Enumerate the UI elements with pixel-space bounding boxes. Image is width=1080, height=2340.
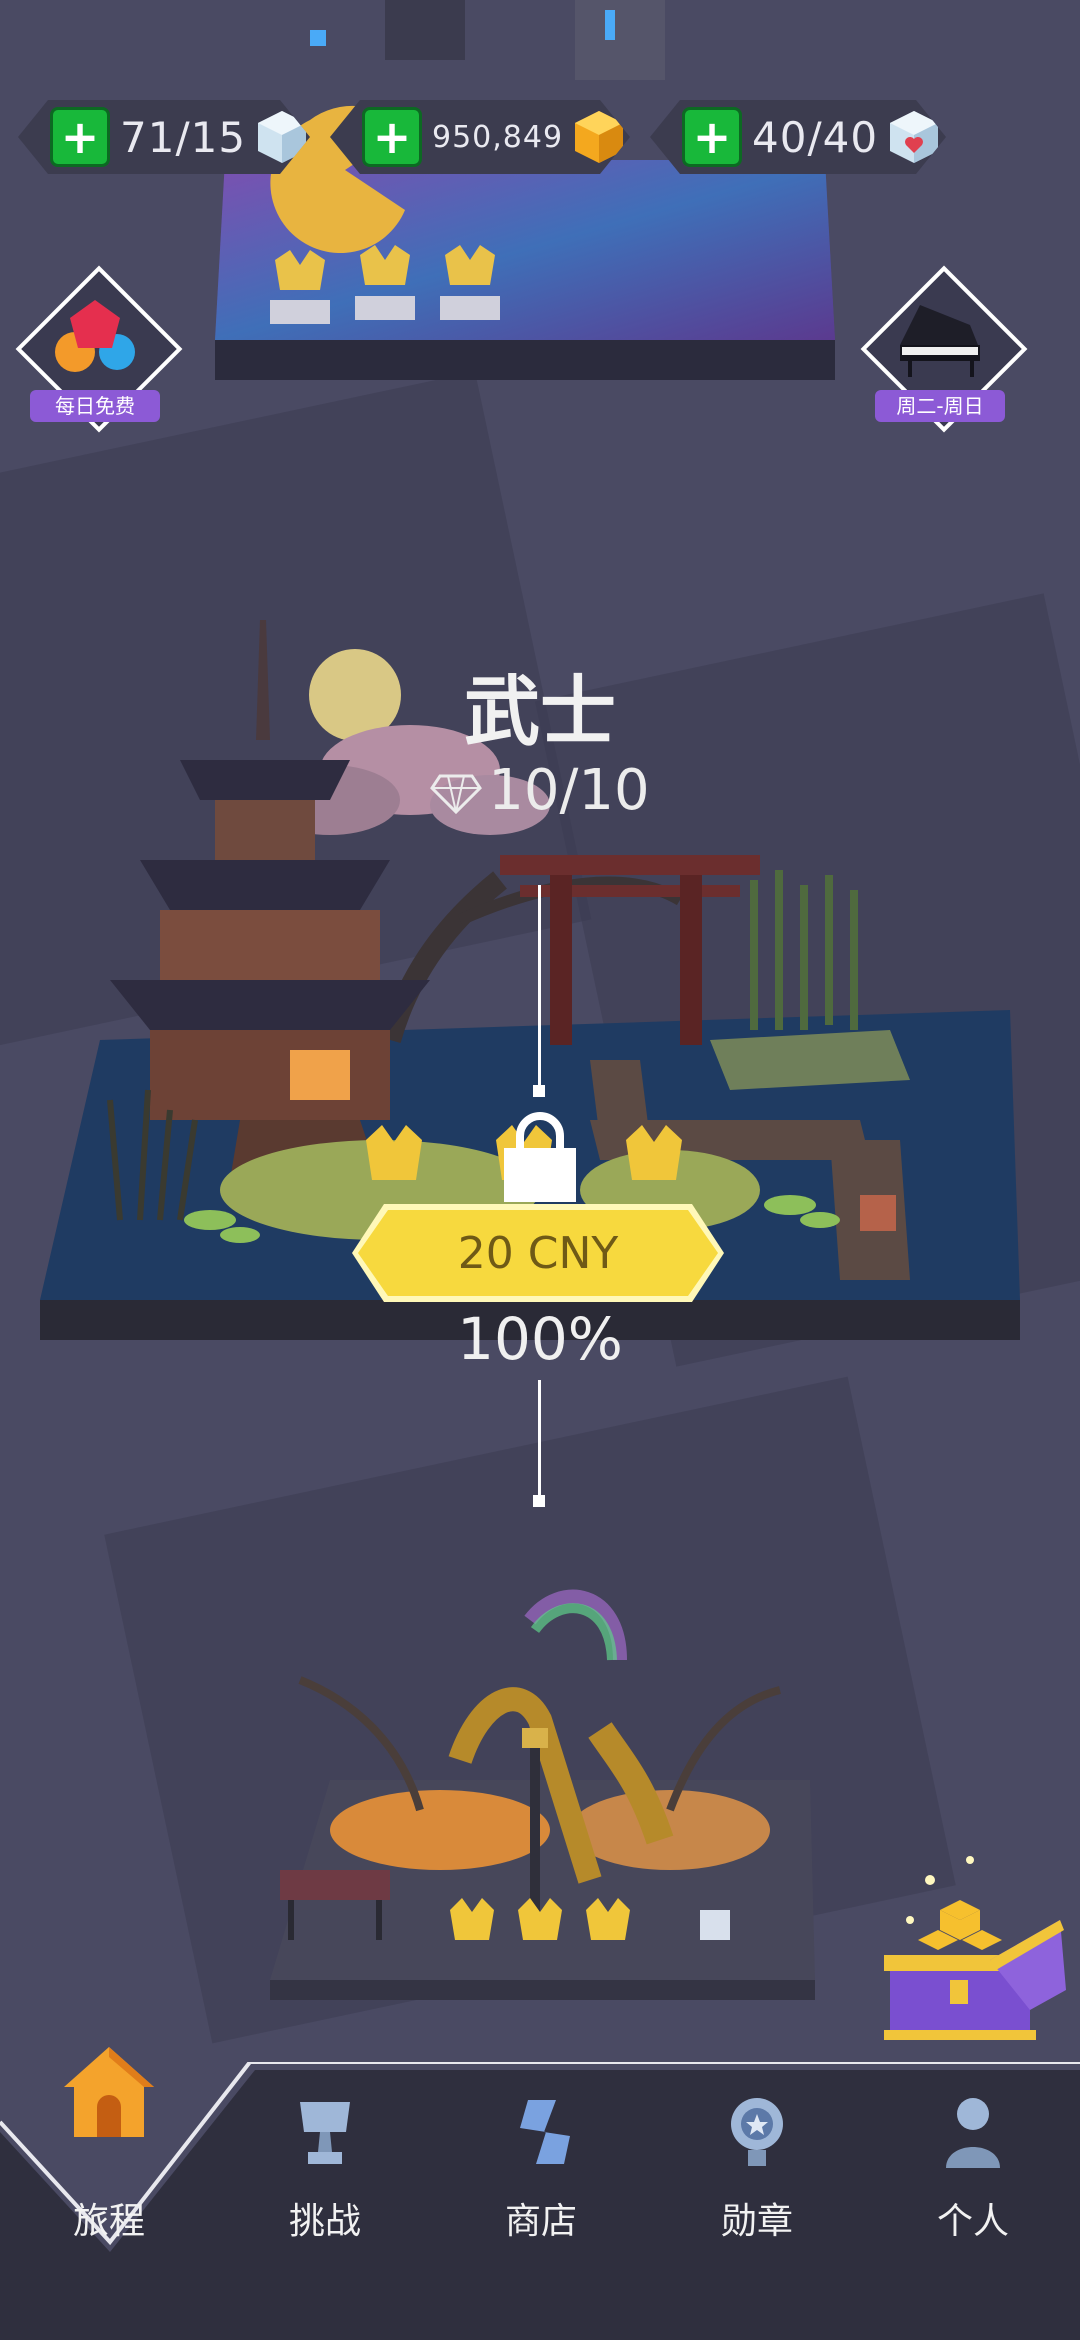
unlock-price-button[interactable]: 20 CNY [358,1210,718,1296]
daily-free-label: 每日免费 [30,390,160,422]
price-label: 20 CNY [457,1227,619,1279]
tab-journey-label: 旅程 [72,2201,145,2242]
person-icon [946,2098,1000,2168]
level-title: 武士 [464,667,616,756]
energy-counter[interactable]: + 40/40 [650,100,946,174]
coins-counter[interactable]: + 950,849 [330,100,630,174]
path-line [538,885,541,1090]
balloons-icon [55,300,135,372]
tab-profile-label: 个人 [936,2201,1009,2242]
tab-challenge[interactable]: 挑战 [250,2062,400,2262]
lives-counter[interactable]: + 71/15 [18,100,310,174]
gem-count-value: 10/10 [488,758,650,823]
store-icon [520,2100,570,2164]
diamond-outline-icon [430,774,483,814]
progress-percent: 100% [457,1305,623,1373]
previous-level-stage[interactable] [215,0,835,380]
trophy-icon [300,2102,350,2164]
tab-challenge-label: 挑战 [288,2201,361,2242]
treasure-chest-icon[interactable] [870,1840,1070,2040]
tab-store-label: 商店 [504,2201,577,2242]
coins-value: 950,849 [432,119,564,155]
add-energy-button[interactable]: + [682,107,742,167]
weekly-event-button[interactable]: 周二-周日 [860,265,1028,433]
gem-count: 10/10 [0,758,1080,823]
tab-store[interactable]: 商店 [466,2062,616,2262]
lock-icon [504,1112,576,1202]
path-node [533,1085,545,1097]
tab-profile[interactable]: 个人 [898,2062,1048,2262]
bottom-navigation: 旅程 挑战 商店 勋章 个人 [0,2047,1080,2340]
daily-free-button[interactable]: 每日免费 [15,265,183,433]
add-coins-button[interactable]: + [362,107,422,167]
tab-medals-label: 勋章 [720,2201,793,2242]
tab-medals[interactable]: 勋章 [682,2062,832,2262]
piano-icon [900,305,980,377]
path-line [538,1380,541,1500]
energy-value: 40/40 [752,112,879,162]
add-lives-button[interactable]: + [50,107,110,167]
lives-value: 71/15 [120,112,247,162]
next-level-stage[interactable] [200,1580,840,2000]
tab-journey[interactable]: 旅程 [34,2047,184,2262]
medal-icon [731,2098,783,2166]
weekly-event-label: 周二-周日 [875,390,1005,422]
house-icon [64,2047,154,2137]
heart-cube-icon [888,109,940,165]
path-node [533,1495,545,1507]
